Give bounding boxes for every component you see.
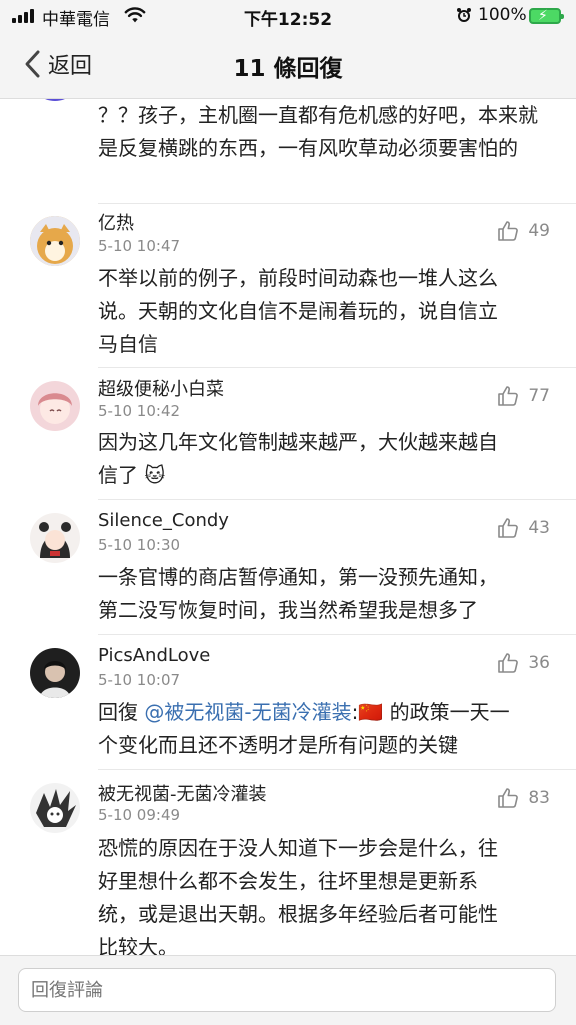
like-button[interactable]: 49: [496, 219, 550, 243]
page-title: 11 條回復: [233, 56, 343, 82]
comment-list[interactable]: ？？孩子，主机圈一直都有危机感的好吧，本来就是反复横跳的东西，一有风吹草动必须要…: [0, 99, 576, 955]
user-name[interactable]: PicsAndLove: [98, 645, 210, 666]
thumbs-up-icon: [498, 221, 519, 241]
like-button[interactable]: 36: [496, 651, 550, 675]
avatar: [30, 381, 80, 431]
comment-line: 个变化而且还不透明才是所有问题的关键: [98, 733, 458, 757]
avatar: [30, 783, 80, 833]
like-count: 43: [528, 518, 550, 538]
comment-line: 说。天朝的文化自信不是闹着玩的，说自信立: [98, 299, 498, 323]
comment-body: 不举以前的例子，前段时间动森也一堆人这么 说。天朝的文化自信不是闹着玩的，说自信…: [98, 262, 550, 361]
charging-icon: ⚡: [538, 8, 548, 24]
user-name[interactable]: 超级便秘小白菜: [98, 375, 224, 401]
like-count: 49: [528, 221, 550, 241]
thumbs-up-icon: [498, 518, 519, 538]
reply-bar: [0, 955, 576, 1025]
comment-body: 一条官博的商店暂停通知，第一没预先通知， 第二没写恢复时间，我当然希望我是想多了: [98, 561, 550, 627]
avatar: [30, 216, 80, 266]
avatar: [30, 513, 80, 563]
reply-prefix: 回復: [98, 700, 145, 724]
like-count: 36: [528, 653, 550, 673]
divider: [98, 499, 576, 500]
like-button[interactable]: 77: [496, 384, 550, 408]
comment-line: 恐慌的原因在于没人知道下一步会是什么，往: [98, 836, 498, 860]
comment-line: 比较大。: [98, 935, 178, 955]
divider: [98, 769, 576, 770]
thumbs-up-icon: [498, 386, 519, 406]
divider: [98, 203, 576, 204]
comment-body: 恐慌的原因在于没人知道下一步会是什么，往 好里想什么都不会发生，往坏里想是更新系…: [98, 832, 550, 955]
comment-line: 统，或是退出天朝。根据多年经验后者可能性: [98, 902, 498, 926]
user-name[interactable]: 被无视菌-无菌冷灌装: [98, 780, 267, 806]
avatar: [30, 648, 80, 698]
avatar: [30, 99, 80, 101]
comment-line: 不举以前的例子，前段时间动森也一堆人这么: [98, 266, 498, 290]
divider: [98, 367, 576, 368]
like-button[interactable]: 43: [496, 516, 550, 540]
battery-percent: 100%: [478, 5, 527, 25]
comment-time: 5-10 10:42: [98, 402, 181, 420]
comment-line: 马自信: [98, 332, 158, 356]
like-button[interactable]: 83: [496, 786, 550, 810]
comment-time: 5-10 10:47: [98, 237, 181, 255]
like-count: 77: [528, 386, 550, 406]
user-name[interactable]: Silence_Condy: [98, 510, 229, 531]
user-name[interactable]: 亿热: [98, 209, 134, 235]
navigation-bar: 返回 11 條回復: [0, 32, 576, 99]
comment-line: 好里想什么都不会发生，往坏里想是更新系: [98, 869, 478, 893]
comment-line: 信了 🐱: [98, 463, 166, 487]
comment-line: 一条官博的商店暂停通知，第一没预先通知，: [98, 565, 498, 589]
reply-input[interactable]: [18, 968, 556, 1012]
thumbs-up-icon: [498, 653, 519, 673]
comment-line: 因为这几年文化管制越来越严，大伙越来越自: [98, 430, 498, 454]
comment-time: 5-10 10:30: [98, 536, 181, 554]
flag-emoji: :🇨🇳: [351, 700, 384, 724]
divider: [98, 634, 576, 635]
comment-time: 5-10 10:07: [98, 671, 181, 689]
comment-time: 5-10 09:49: [98, 806, 181, 824]
thumbs-up-icon: [498, 788, 519, 808]
comment-body: ？？孩子，主机圈一直都有危机感的好吧，本来就是反复横跳的东西，一有风吹草动必须要…: [98, 103, 538, 160]
comment-line: 的政策一天一: [383, 700, 510, 724]
mention-link[interactable]: @被无视菌-无菌冷灌装: [144, 700, 351, 724]
status-bar: 中華電信 下午12:52 100% ⚡: [0, 0, 576, 32]
like-count: 83: [528, 788, 550, 808]
comment-body: 因为这几年文化管制越来越严，大伙越来越自 信了 🐱: [98, 426, 550, 492]
comment-line: 第二没写恢复时间，我当然希望我是想多了: [98, 598, 478, 622]
alarm-icon: [457, 8, 471, 22]
comment-body: 回復 @被无视菌-无菌冷灌装:🇨🇳 的政策一天一 个变化而且还不透明才是所有问题…: [98, 696, 550, 762]
